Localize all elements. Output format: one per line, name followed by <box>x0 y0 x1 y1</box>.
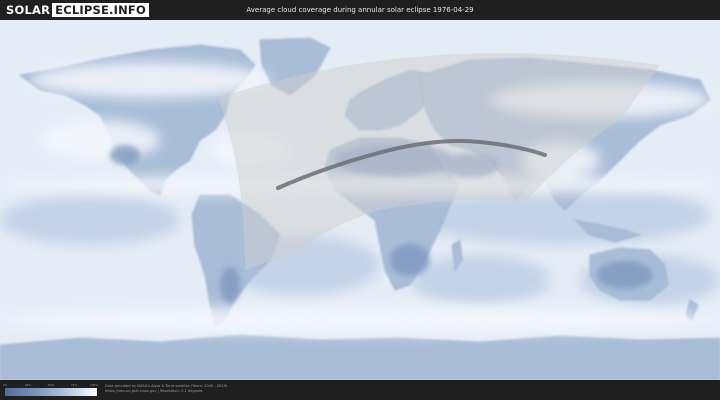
legend-tick-75: 75% <box>70 383 78 387</box>
cloud-coverage-map <box>0 20 720 380</box>
cloud-coverage-legend: 0% 25% 50% 75% 100% <box>2 383 98 397</box>
data-credits: Data provided by NASA's Aqua & Terra sat… <box>105 384 227 394</box>
legend-tick-100: 100% <box>90 383 98 387</box>
antarctica <box>0 334 720 380</box>
legend-tick-0: 0% <box>2 383 8 387</box>
page-title: Average cloud coverage during annular so… <box>246 6 474 14</box>
legend-tick-25: 25% <box>24 383 32 387</box>
legend-color-bar <box>5 388 97 396</box>
legend-tick-50: 50% <box>47 383 55 387</box>
credit-line-resolution: https://neo.sci.gsfc.nasa.gov | Resoluti… <box>105 389 203 393</box>
